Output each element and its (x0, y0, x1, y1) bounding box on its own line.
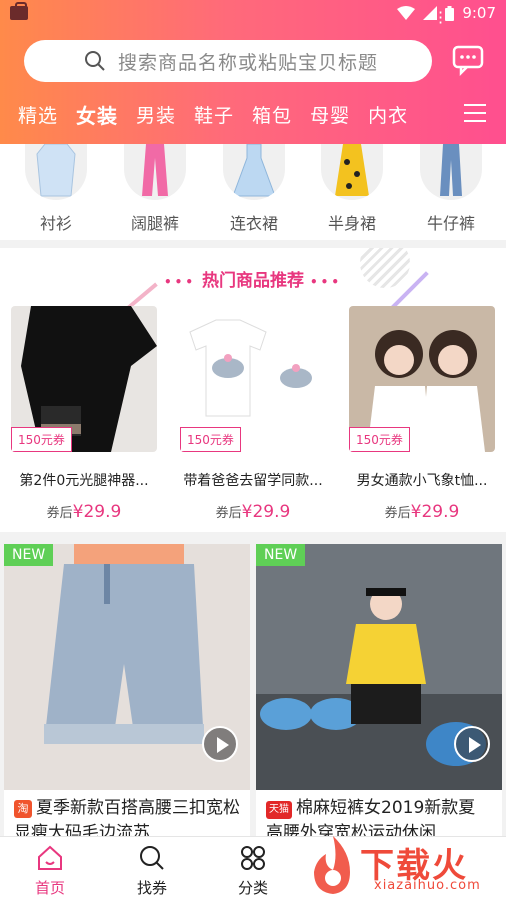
nav-category[interactable]: 分类 (213, 845, 293, 898)
tab-category[interactable]: 鞋子 (194, 101, 234, 128)
tab-category[interactable]: 精选 (18, 101, 58, 128)
tab-category[interactable]: 内衣 (368, 101, 408, 128)
battery-icon (445, 5, 455, 21)
message-icon[interactable] (452, 44, 484, 77)
subcategory-item[interactable]: 衬衫 (16, 144, 96, 234)
header: 9:07 搜索商品名称或粘贴宝贝标题 精选 女装 男装 鞋子 箱包 母婴 内衣 … (0, 0, 506, 144)
subcategory-item[interactable]: 连衣裙 (214, 144, 294, 234)
subcategory-item[interactable]: 半身裙 (312, 144, 392, 234)
subcategory-item[interactable]: 牛仔裤 (411, 144, 491, 234)
watermark-logo: 下载火 xiazaihuo.com (296, 830, 506, 900)
play-icon[interactable] (202, 726, 238, 762)
section-title: ••• 热门商品推荐 ••• (163, 271, 343, 291)
product-card[interactable]: 150元券 男女通款小飞象t恤... 券后¥29.9 (349, 306, 495, 522)
product-image: 150元券 (180, 306, 326, 452)
flame-icon (314, 836, 350, 894)
category-icon (241, 846, 265, 870)
menu-icon[interactable] (464, 104, 486, 124)
product-image: NEW (256, 544, 502, 790)
signal-icon (423, 6, 438, 20)
wide-pants-image (124, 144, 186, 200)
jeans-image (420, 144, 482, 200)
tab-category-active[interactable]: 女装 (76, 100, 118, 129)
product-image: 150元券 (11, 306, 157, 452)
search-icon (140, 846, 164, 870)
tab-category[interactable]: 箱包 (252, 101, 292, 128)
tmall-icon: 天猫 (266, 801, 292, 819)
subcategory-row: 衬衫 阔腿裤 连衣裙 半身裙 牛仔裤 (0, 144, 506, 240)
product-image: NEW (4, 544, 250, 790)
status-bar: 9:07 (0, 0, 506, 28)
nav-find-coupon[interactable]: 找券 (112, 845, 192, 898)
play-icon[interactable] (454, 726, 490, 762)
nav-home[interactable]: 首页 (10, 845, 90, 898)
feed-card[interactable]: NEW 淘夏季新款百搭高腰三扣宽松显瘦大码毛边流苏 (4, 544, 250, 836)
tab-category[interactable]: 男装 (136, 101, 176, 128)
home-icon (38, 845, 62, 870)
tab-category[interactable]: 母婴 (310, 101, 350, 128)
shopping-bag-icon (10, 2, 28, 20)
skirt-image (321, 144, 383, 200)
feed-card[interactable]: NEW 天猫 棉麻短裤女2019新款夏高腰外穿宽松运动休闲 (256, 544, 502, 836)
wifi-icon (397, 6, 416, 20)
product-card[interactable]: 150元券 带着爸爸去留学同款... 券后¥29.9 (180, 306, 326, 522)
product-image: 150元券 (349, 306, 495, 452)
clock: 9:07 (462, 4, 496, 22)
hot-products-section: ••• 热门商品推荐 ••• 150元券 第2件0元光腿神器... 券后¥29.9 … (0, 248, 506, 532)
search-input[interactable]: 搜索商品名称或粘贴宝贝标题 (118, 48, 378, 75)
shirt-image (25, 144, 87, 200)
product-card[interactable]: 150元券 第2件0元光腿神器... 券后¥29.9 (11, 306, 157, 522)
search-bar[interactable]: 搜索商品名称或粘贴宝贝标题 (24, 40, 432, 82)
dress-image (223, 144, 285, 200)
search-icon (84, 50, 106, 76)
subcategory-item[interactable]: 阔腿裤 (115, 144, 195, 234)
category-tabs: 精选 女装 男装 鞋子 箱包 母婴 内衣 (0, 96, 506, 132)
more-dots-icon: · · · (438, 3, 444, 32)
taobao-icon: 淘 (14, 800, 32, 818)
